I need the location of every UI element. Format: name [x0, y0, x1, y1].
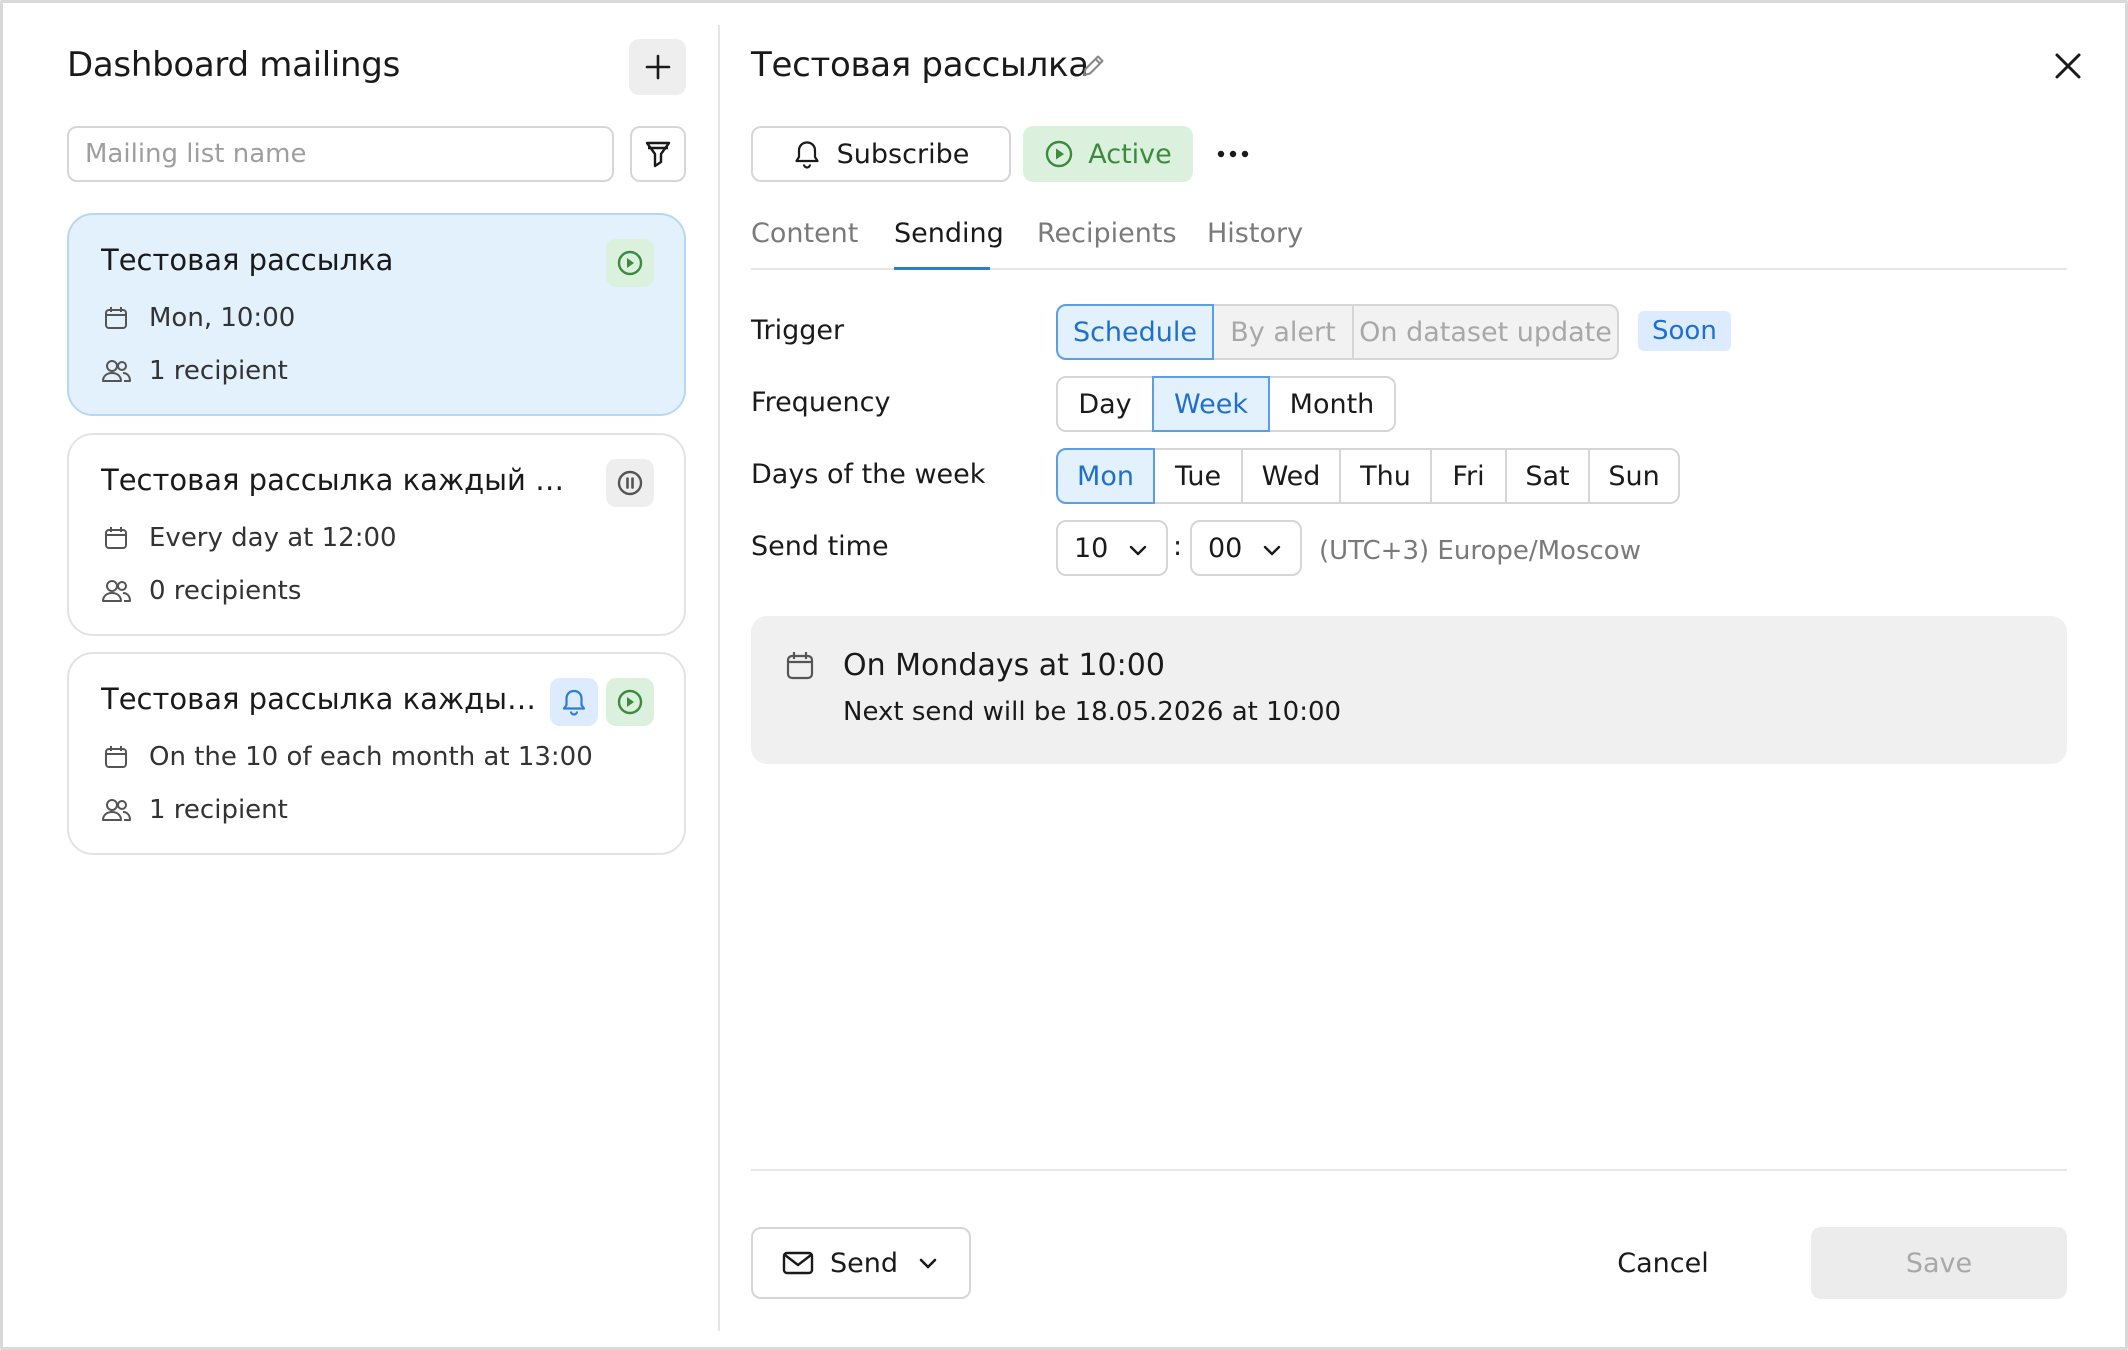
tab-history[interactable]: History	[1207, 218, 1303, 268]
chevron-down-icon	[1126, 538, 1150, 562]
cancel-button[interactable]: Cancel	[1603, 1227, 1723, 1299]
people-icon	[101, 576, 131, 606]
search-input[interactable]	[67, 126, 614, 182]
mailing-card[interactable]: Тестовая рассылка каждый день Every day …	[67, 433, 686, 636]
send-button[interactable]: Send	[751, 1227, 971, 1299]
soon-badge: Soon	[1638, 311, 1731, 351]
trigger-option-dataset-update: On dataset update	[1352, 304, 1619, 360]
recipients-text: 1 recipient	[149, 795, 288, 825]
frequency-segmented-control: Day Week Month	[1056, 376, 1396, 432]
day-option-sun[interactable]: Sun	[1588, 448, 1680, 504]
play-circle-icon	[617, 689, 643, 715]
bell-icon	[562, 689, 586, 716]
day-option-mon[interactable]: Mon	[1056, 448, 1155, 504]
days-segmented-control: Mon Tue Wed Thu Fri Sat Sun	[1056, 448, 1680, 504]
mailing-card-schedule: On the 10 of each month at 13:00	[101, 742, 593, 772]
schedule-text: On the 10 of each month at 13:00	[149, 742, 593, 772]
plus-icon	[645, 54, 670, 80]
bell-icon	[793, 139, 821, 169]
trigger-segmented-control: Schedule By alert On dataset update	[1056, 304, 1619, 360]
subscribe-button[interactable]: Subscribe	[751, 126, 1011, 182]
mailing-title: Тестовая рассылка	[751, 45, 1089, 85]
filter-button[interactable]	[630, 126, 686, 182]
mailing-card-schedule: Mon, 10:00	[101, 303, 295, 333]
subscribe-label: Subscribe	[836, 138, 970, 170]
status-badge	[606, 459, 654, 507]
funnel-icon	[645, 141, 671, 168]
frequency-option-month[interactable]: Month	[1268, 376, 1396, 432]
schedule-text: Every day at 12:00	[149, 523, 397, 553]
mailing-card-title: Тестовая рассылка каждый день	[101, 463, 571, 497]
panel-title: Dashboard mailings	[67, 45, 401, 85]
people-icon	[101, 356, 131, 386]
mailing-card[interactable]: Тестовая рассылка Mon, 10:00 1 recipient	[67, 213, 686, 416]
trigger-option-alert: By alert	[1212, 304, 1354, 360]
more-options-button[interactable]	[1213, 136, 1253, 172]
trigger-label: Trigger	[751, 315, 845, 346]
status-badge	[606, 678, 654, 726]
footer-divider	[751, 1169, 2067, 1171]
mailing-card-recipients: 0 recipients	[101, 576, 301, 606]
timezone-text: (UTC+3) Europe/Moscow	[1319, 536, 1641, 566]
schedule-text: Mon, 10:00	[149, 303, 296, 333]
day-option-fri[interactable]: Fri	[1430, 448, 1507, 504]
tab-label: Sending	[894, 218, 1004, 249]
envelope-icon	[782, 1250, 814, 1276]
calendar-icon	[783, 649, 817, 683]
trigger-option-schedule[interactable]: Schedule	[1056, 304, 1214, 360]
frequency-label: Frequency	[751, 387, 891, 418]
day-option-tue[interactable]: Tue	[1153, 448, 1243, 504]
dialog: Dashboard mailings Тестовая рассылка Mon…	[0, 0, 2128, 1350]
mailing-list-panel: Dashboard mailings Тестовая рассылка Mon…	[3, 3, 719, 1347]
next-send-text: Next send will be 18.05.2026 at 10:00	[843, 697, 1342, 727]
day-option-sat[interactable]: Sat	[1505, 448, 1590, 504]
hour-value: 10	[1074, 532, 1109, 564]
days-label: Days of the week	[751, 459, 986, 490]
subscribed-badge	[550, 678, 598, 726]
people-icon	[101, 795, 131, 825]
status-label: Active	[1088, 138, 1172, 170]
pause-circle-icon	[617, 470, 643, 496]
frequency-option-day[interactable]: Day	[1056, 376, 1154, 432]
mailing-card[interactable]: Тестовая рассылка каждый м... On the 10 …	[67, 652, 686, 855]
hour-select[interactable]: 10	[1056, 520, 1168, 576]
tab-content[interactable]: Content	[751, 218, 858, 268]
mailing-card-title: Тестовая рассылка каждый м...	[101, 682, 541, 716]
schedule-summary: On Mondays at 10:00 Next send will be 18…	[751, 616, 2067, 764]
day-option-wed[interactable]: Wed	[1241, 448, 1341, 504]
mailing-card-schedule: Every day at 12:00	[101, 523, 397, 553]
send-label: Send	[829, 1247, 898, 1279]
pencil-icon[interactable]	[1078, 51, 1108, 81]
calendar-icon	[101, 742, 131, 772]
frequency-option-week[interactable]: Week	[1152, 376, 1270, 432]
save-button[interactable]: Save	[1811, 1227, 2067, 1299]
play-circle-icon	[617, 250, 643, 276]
calendar-icon	[101, 523, 131, 553]
tab-recipients[interactable]: Recipients	[1037, 218, 1177, 268]
send-time-label: Send time	[751, 531, 889, 562]
mailing-card-recipients: 1 recipient	[101, 795, 288, 825]
recipients-text: 1 recipient	[149, 356, 288, 386]
minute-select[interactable]: 00	[1190, 520, 1302, 576]
mailing-card-recipients: 1 recipient	[101, 356, 288, 386]
close-icon[interactable]	[2049, 47, 2087, 85]
ellipsis-icon	[1217, 150, 1249, 158]
time-separator: :	[1173, 531, 1183, 562]
minute-value: 00	[1208, 532, 1243, 564]
tab-bar: Content Sending Recipients History	[751, 218, 2067, 270]
mailing-card-title: Тестовая рассылка	[101, 243, 394, 277]
add-mailing-button[interactable]	[629, 39, 686, 95]
recipients-text: 0 recipients	[149, 576, 302, 606]
active-tab-indicator	[894, 267, 990, 270]
day-option-thu[interactable]: Thu	[1339, 448, 1432, 504]
status-toggle-button[interactable]: Active	[1023, 126, 1193, 182]
summary-title: On Mondays at 10:00	[843, 648, 1165, 683]
play-circle-icon	[1044, 139, 1074, 169]
status-badge	[606, 239, 654, 287]
tab-sending[interactable]: Sending	[894, 218, 1004, 268]
calendar-icon	[101, 303, 131, 333]
chevron-down-icon	[1260, 538, 1284, 562]
chevron-down-icon	[916, 1251, 940, 1275]
panel-divider	[718, 25, 720, 1331]
